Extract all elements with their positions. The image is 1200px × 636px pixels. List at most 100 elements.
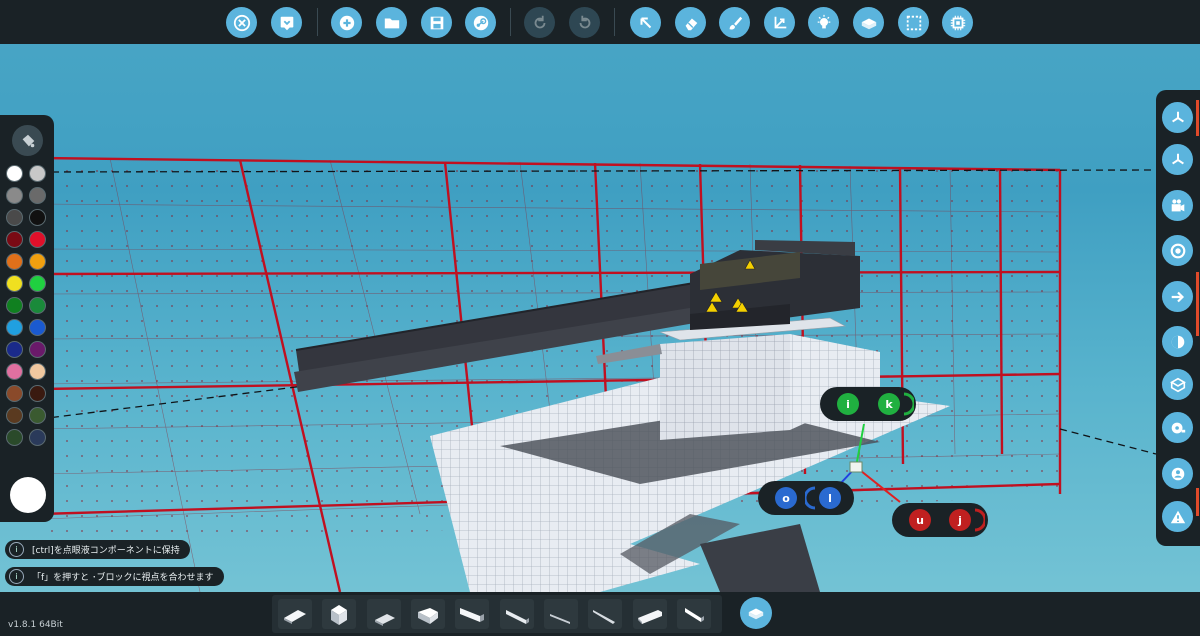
open-button[interactable] <box>376 7 407 38</box>
plus-circle-icon <box>339 15 354 30</box>
color-swatch[interactable] <box>6 187 23 204</box>
color-swatch[interactable] <box>6 385 23 402</box>
color-swatch[interactable] <box>29 407 46 424</box>
color-swatch[interactable] <box>6 407 23 424</box>
hint-button[interactable] <box>271 7 302 38</box>
shape-selector <box>272 595 722 633</box>
shape-wedge-corner[interactable] <box>500 599 534 629</box>
rotate-left-key[interactable]: i <box>837 393 859 415</box>
rotate-left-key[interactable]: u <box>909 509 931 531</box>
shape-block-small[interactable] <box>278 599 312 629</box>
color-swatch[interactable] <box>29 319 46 336</box>
hint-text: 「f」を押すと ･ブロックに視点を合わせます <box>32 573 214 583</box>
color-swatch[interactable] <box>6 319 23 336</box>
warning-button[interactable] <box>1162 501 1193 532</box>
info-icon: i <box>9 569 24 584</box>
block-small-icon <box>284 610 306 624</box>
shape-pyramid[interactable] <box>588 599 622 629</box>
color-swatch[interactable] <box>29 363 46 380</box>
wedge-thin-icon <box>685 608 704 622</box>
color-swatch[interactable] <box>6 363 23 380</box>
bricks-icon <box>861 18 876 29</box>
light-tool[interactable] <box>808 7 839 38</box>
erase-tool[interactable] <box>675 7 706 38</box>
color-swatch[interactable] <box>6 165 23 182</box>
steam-button[interactable] <box>465 7 496 38</box>
shape-cube[interactable] <box>322 599 356 629</box>
inventory-button[interactable] <box>1162 458 1193 489</box>
chip-icon <box>950 15 965 30</box>
tape-button[interactable] <box>1162 412 1193 443</box>
color-swatch[interactable] <box>6 275 23 292</box>
save-button[interactable] <box>421 7 452 38</box>
folder-icon <box>384 18 399 28</box>
camera-button[interactable] <box>1162 190 1193 221</box>
shape-ramp-long[interactable] <box>633 599 667 629</box>
redo-button[interactable] <box>569 7 600 38</box>
color-swatch[interactable] <box>29 231 46 248</box>
view-iso-button[interactable] <box>1162 144 1193 175</box>
color-swatch[interactable] <box>29 275 46 292</box>
top-toolbar <box>0 0 1200 44</box>
view-iso-icon <box>1171 153 1184 164</box>
warning-icon <box>1170 510 1185 523</box>
close-button[interactable] <box>226 7 257 38</box>
color-swatch[interactable] <box>29 385 46 402</box>
paint-bucket-button[interactable] <box>12 125 43 156</box>
inventory-icon <box>1171 467 1184 480</box>
selection-box-tool[interactable] <box>898 7 929 38</box>
axis-tool[interactable] <box>764 7 795 38</box>
half-circle-button[interactable] <box>1162 326 1193 357</box>
blue-axis-rotation[interactable]: o l <box>758 481 854 515</box>
color-swatch[interactable] <box>29 297 46 314</box>
color-swatch[interactable] <box>29 187 46 204</box>
color-swatch[interactable] <box>6 341 23 358</box>
block-button[interactable] <box>1162 369 1193 400</box>
red-axis-rotation[interactable]: u j <box>892 503 988 537</box>
current-color-swatch[interactable] <box>10 477 46 513</box>
view-top-icon <box>1171 111 1184 122</box>
scroll-marker <box>1196 488 1199 516</box>
lightbulb-icon <box>817 14 830 28</box>
ramp-long-icon <box>638 610 662 624</box>
color-swatch[interactable] <box>29 429 46 446</box>
green-axis-rotation[interactable]: i k <box>820 387 916 421</box>
build-viewport[interactable] <box>0 44 1200 592</box>
color-swatch[interactable] <box>6 209 23 226</box>
color-swatch[interactable] <box>6 253 23 270</box>
rotate-right-key[interactable]: l <box>819 487 841 509</box>
wedge-icon <box>418 608 438 624</box>
logic-tool[interactable] <box>942 7 973 38</box>
select-tool[interactable] <box>630 7 661 38</box>
color-swatch[interactable] <box>6 429 23 446</box>
shape-ramp[interactable] <box>544 599 578 629</box>
color-swatch[interactable] <box>29 209 46 226</box>
color-swatch[interactable] <box>6 231 23 248</box>
shape-slope[interactable] <box>367 599 401 629</box>
color-swatch[interactable] <box>29 253 46 270</box>
wedge-corner-icon <box>506 610 529 624</box>
save-icon <box>430 16 443 29</box>
shape-wedge[interactable] <box>411 599 445 629</box>
shape-wedge-thin[interactable] <box>677 599 711 629</box>
view-top-button[interactable] <box>1162 102 1193 133</box>
rotate-right-key[interactable]: j <box>949 509 971 531</box>
color-swatch[interactable] <box>29 341 46 358</box>
new-button[interactable] <box>331 7 362 38</box>
color-swatch[interactable] <box>29 165 46 182</box>
pyramid-icon <box>593 610 615 624</box>
paint-brush-icon <box>729 16 742 30</box>
tape-measure-icon <box>1171 422 1185 433</box>
undo-button[interactable] <box>524 7 555 38</box>
color-swatch[interactable] <box>6 297 23 314</box>
components-tool[interactable] <box>853 7 884 38</box>
arrow-button[interactable] <box>1162 281 1193 312</box>
paint-tool[interactable] <box>719 7 750 38</box>
toggle-button[interactable] <box>1162 235 1193 266</box>
rotate-arrow-icon <box>974 508 985 532</box>
rotate-left-key[interactable]: o <box>775 487 797 509</box>
inventory-blocks-button[interactable] <box>740 597 772 629</box>
hint-focus-block: i 「f」を押すと ･ブロックに視点を合わせます <box>5 567 224 586</box>
rotate-right-key[interactable]: k <box>878 393 900 415</box>
shape-slope-long[interactable] <box>455 599 489 629</box>
